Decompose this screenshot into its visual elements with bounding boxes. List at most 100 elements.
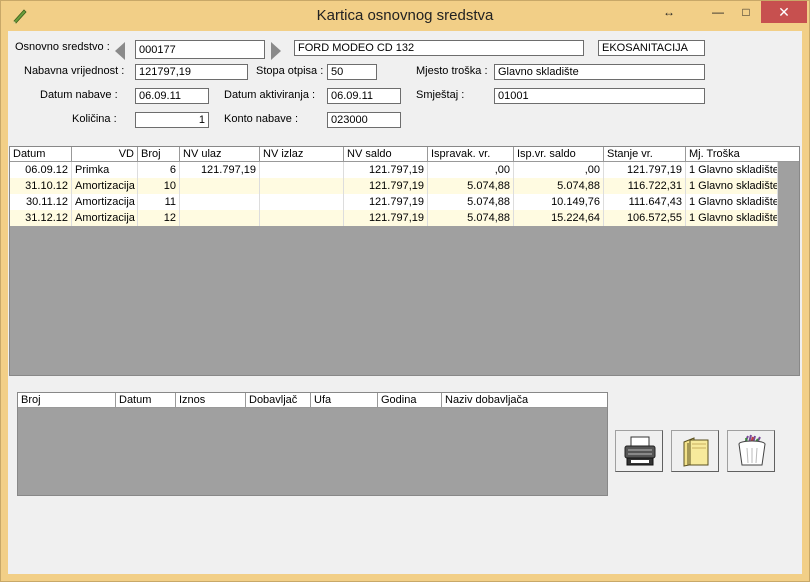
cell-datum: 06.09.12 <box>10 162 72 178</box>
konto-nabave-label: Konto nabave : <box>224 113 299 125</box>
cell-mj-troska: 1 Glavno skladište <box>686 194 778 210</box>
col-header-isp-saldo[interactable]: Isp.vr. saldo <box>514 147 604 161</box>
cell-nv-izlaz <box>260 194 344 210</box>
cell-nv-ulaz <box>180 194 260 210</box>
col-header-nv-saldo[interactable]: NV saldo <box>344 147 428 161</box>
smjestaj-field[interactable]: 01001 <box>494 88 705 104</box>
col-header-vd[interactable]: VD <box>72 147 138 161</box>
cell-vd: Primka <box>72 162 138 178</box>
ufa-col-broj[interactable]: Broj <box>18 393 116 407</box>
cell-nv-saldo: 121.797,19 <box>344 178 428 194</box>
ufa-col-iznos[interactable]: Iznos <box>176 393 246 407</box>
cell-isp-saldo: 5.074,88 <box>514 178 604 194</box>
resize-button[interactable]: ↔ <box>657 1 681 23</box>
ufa-col-naziv[interactable]: Naziv dobavljača <box>442 393 607 407</box>
osnovno-sredstvo-input[interactable]: 000177 <box>135 40 265 59</box>
cell-isp-saldo: 10.149,76 <box>514 194 604 210</box>
datum-nabave-label: Datum nabave : <box>40 89 118 101</box>
datum-aktiviranja-label: Datum aktiviranja : <box>224 89 316 101</box>
table-row[interactable]: 31.10.12 Amortizacija 10 121.797,19 5.07… <box>10 178 778 194</box>
mjesto-troska-label: Mjesto troška : <box>416 65 488 77</box>
cell-stanje: 121.797,19 <box>604 162 686 178</box>
cell-stanje: 111.647,43 <box>604 194 686 210</box>
cell-nv-saldo: 121.797,19 <box>344 162 428 178</box>
folder-icon <box>683 437 709 467</box>
cell-datum: 31.12.12 <box>10 210 72 226</box>
datum-aktiviranja-field[interactable]: 06.09.11 <box>327 88 401 104</box>
cell-mj-troska: 1 Glavno skladište <box>686 162 778 178</box>
nabavna-vrijednost-field[interactable]: 121797,19 <box>135 64 248 80</box>
cell-vd: Amortizacija <box>72 194 138 210</box>
trash-bin-icon <box>738 434 766 466</box>
print-button[interactable] <box>615 430 663 472</box>
stopa-otpisa-label: Stopa otpisa : <box>256 65 324 77</box>
datum-nabave-field[interactable]: 06.09.11 <box>135 88 209 104</box>
cell-vd: Amortizacija <box>72 178 138 194</box>
cell-stanje: 116.722,31 <box>604 178 686 194</box>
cell-ispravak: 5.074,88 <box>428 210 514 226</box>
minimize-button[interactable]: — <box>705 1 731 23</box>
smjestaj-label: Smještaj : <box>416 89 465 101</box>
stopa-otpisa-field[interactable]: 50 <box>327 64 377 80</box>
kolicina-field[interactable]: 1 <box>135 112 209 128</box>
cell-nv-izlaz <box>260 162 344 178</box>
cell-broj: 11 <box>138 194 180 210</box>
ufa-col-ufa[interactable]: Ufa <box>311 393 378 407</box>
firma-field: EKOSANITACIJA <box>598 40 705 56</box>
ufa-col-datum[interactable]: Datum <box>116 393 176 407</box>
col-header-datum[interactable]: Datum <box>10 147 72 161</box>
mjesto-troska-field[interactable]: Glavno skladište <box>494 64 705 80</box>
table-row[interactable]: 30.11.12 Amortizacija 11 121.797,19 5.07… <box>10 194 778 210</box>
cell-stanje: 106.572,55 <box>604 210 686 226</box>
next-arrow-icon[interactable] <box>268 40 284 62</box>
col-header-mj-troska[interactable]: Mj. Troška <box>686 147 799 161</box>
col-header-stanje[interactable]: Stanje vr. <box>604 147 686 161</box>
cell-nv-ulaz <box>180 178 260 194</box>
nabavna-vrijednost-label: Nabavna vrijednost : <box>24 65 125 77</box>
cell-datum: 31.10.12 <box>10 178 72 194</box>
cell-broj: 10 <box>138 178 180 194</box>
close-button[interactable]: ✕ <box>761 1 807 23</box>
col-header-ispravak[interactable]: Ispravak. vr. <box>428 147 514 161</box>
kartica-table-header: Datum VD Broj NV ulaz NV izlaz NV saldo … <box>10 147 799 162</box>
kartica-table[interactable]: Datum VD Broj NV ulaz NV izlaz NV saldo … <box>9 146 800 376</box>
ufa-col-godina[interactable]: Godina <box>378 393 442 407</box>
client-area: Osnovno sredstvo : 000177 FORD MODEO CD … <box>8 31 802 574</box>
table-row[interactable]: 06.09.12 Primka 6 121.797,19 121.797,19 … <box>10 162 778 178</box>
cell-vd: Amortizacija <box>72 210 138 226</box>
col-header-nv-ulaz[interactable]: NV ulaz <box>180 147 260 161</box>
window-title: Kartica osnovnog sredstva <box>316 7 494 24</box>
osnovno-sredstvo-label: Osnovno sredstvo : <box>15 41 110 53</box>
ufa-col-dobavljac[interactable]: Dobavljač <box>246 393 311 407</box>
konto-nabave-field[interactable]: 023000 <box>327 112 401 128</box>
cell-broj: 12 <box>138 210 180 226</box>
title-bar[interactable]: Kartica osnovnog sredstva ↔ — □ ✕ <box>1 1 809 31</box>
cell-isp-saldo: 15.224,64 <box>514 210 604 226</box>
cell-nv-ulaz <box>180 210 260 226</box>
printer-icon <box>624 436 656 466</box>
recycle-bin-button[interactable] <box>727 430 775 472</box>
cell-nv-izlaz <box>260 178 344 194</box>
cell-mj-troska: 1 Glavno skladište <box>686 210 778 226</box>
ufa-table-header: Broj Datum Iznos Dobavljač Ufa Godina Na… <box>18 393 607 408</box>
cell-ispravak: 5.074,88 <box>428 194 514 210</box>
naziv-field: FORD MODEO CD 132 <box>294 40 584 56</box>
table-row[interactable]: 31.12.12 Amortizacija 12 121.797,19 5.07… <box>10 210 778 226</box>
open-folder-button[interactable] <box>671 430 719 472</box>
cell-nv-saldo: 121.797,19 <box>344 210 428 226</box>
cell-ispravak: 5.074,88 <box>428 178 514 194</box>
cell-datum: 30.11.12 <box>10 194 72 210</box>
prev-arrow-icon[interactable] <box>112 40 128 62</box>
col-header-broj[interactable]: Broj <box>138 147 180 161</box>
cell-broj: 6 <box>138 162 180 178</box>
maximize-button[interactable]: □ <box>733 1 759 23</box>
cell-nv-ulaz: 121.797,19 <box>180 162 260 178</box>
ufa-table[interactable]: Broj Datum Iznos Dobavljač Ufa Godina Na… <box>17 392 608 496</box>
main-window: Kartica osnovnog sredstva ↔ — □ ✕ Osnovn… <box>0 0 810 582</box>
cell-isp-saldo: ,00 <box>514 162 604 178</box>
cell-nv-izlaz <box>260 210 344 226</box>
cell-mj-troska: 1 Glavno skladište <box>686 178 778 194</box>
col-header-nv-izlaz[interactable]: NV izlaz <box>260 147 344 161</box>
cell-nv-saldo: 121.797,19 <box>344 194 428 210</box>
cell-ispravak: ,00 <box>428 162 514 178</box>
